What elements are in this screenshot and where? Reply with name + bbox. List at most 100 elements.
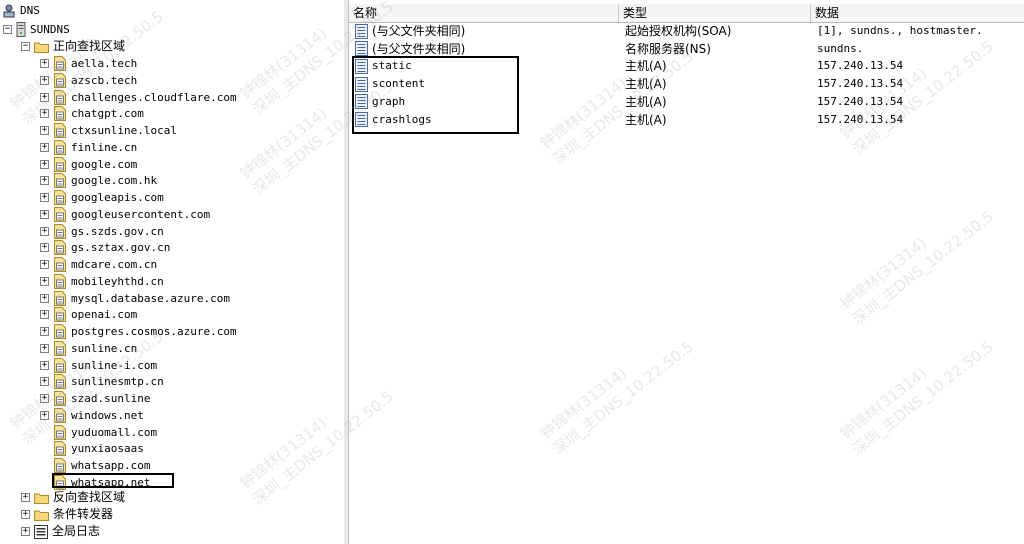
tree-zone-item[interactable]: + challenges.cloudflare.com (40, 89, 237, 106)
expand-toggle[interactable]: + (40, 193, 49, 202)
expand-toggle[interactable]: + (21, 527, 30, 536)
expand-toggle[interactable]: + (40, 343, 49, 353)
tree-zone-item[interactable]: + azscb.tech (40, 72, 137, 89)
expand-toggle[interactable]: + (40, 176, 49, 186)
zone-icon (53, 458, 67, 473)
tree-zone-item[interactable]: + chatgpt.com (40, 105, 144, 122)
tree-root-dns[interactable]: DNS (2, 2, 40, 19)
tree-zone-item[interactable]: + gs.szds.gov.cn (40, 223, 164, 240)
expand-toggle[interactable]: + (40, 159, 49, 169)
zone-icon (53, 441, 67, 457)
tree-zone-item[interactable]: + sunline.cn (40, 340, 137, 357)
tree-zone-label: sunline.cn (71, 341, 138, 355)
zone-icon (53, 391, 67, 406)
tree-zone-item[interactable]: + google.com (40, 156, 137, 173)
tree-zone-item[interactable]: + googleapis.com (40, 189, 164, 206)
record-name: (与父文件夹相同) (372, 24, 466, 38)
expand-toggle[interactable]: + (40, 260, 49, 269)
tree-zone-item[interactable]: + ctxsunline.local (40, 122, 177, 139)
tree-zone-item[interactable]: + openai.com (40, 306, 137, 323)
expand-toggle[interactable]: + (40, 310, 49, 320)
expand-toggle[interactable]: + (40, 92, 49, 102)
tree-forward-zones[interactable]: − 正向查找区域 (21, 38, 125, 55)
tree-zone-label: mdcare.com.cn (71, 258, 158, 271)
toggle-spacer (40, 444, 49, 453)
expand-toggle[interactable]: + (40, 327, 49, 336)
zone-icon (53, 72, 67, 88)
tree-zone-item[interactable]: yunxiaosaas (40, 440, 144, 457)
tree-zone-item[interactable]: + gs.sztax.gov.cn (40, 239, 170, 256)
tree-zone-label: challenges.cloudflare.com (71, 90, 237, 104)
expand-toggle[interactable]: + (40, 75, 49, 85)
tree-zone-label: sunlinesmtp.cn (71, 375, 164, 389)
tree-zone-label: finline.cn (71, 140, 138, 154)
tree-zone-item[interactable]: + szad.sunline (40, 390, 150, 407)
tree-zone-item[interactable]: whatsapp.com (40, 457, 150, 474)
tree-zone-label: yuduomall.com (71, 425, 158, 439)
tree-zone-label: openai.com (71, 308, 138, 322)
expand-toggle[interactable]: + (40, 142, 49, 152)
expand-toggle[interactable]: + (40, 410, 49, 420)
tree-conditional-forwarders[interactable]: + 条件转发器 (21, 506, 113, 523)
expand-toggle[interactable]: + (40, 360, 49, 370)
column-header-name[interactable]: 名称 (349, 4, 619, 22)
record-row[interactable]: (与父文件夹相同) 起始授权机构(SOA) [1], sundns., hostma… (349, 22, 1024, 40)
zone-icon (53, 257, 67, 272)
zone-icon (53, 106, 67, 122)
tree-root-label: DNS (20, 4, 40, 17)
tree-zone-item[interactable]: + mobileyhthd.cn (40, 273, 164, 290)
tree-zone-item[interactable]: + aella.tech (40, 55, 137, 72)
expand-toggle[interactable]: + (40, 276, 49, 286)
record-data: 157.240.13.54 (817, 112, 904, 126)
expand-toggle[interactable]: + (21, 510, 30, 519)
tree-zone-item[interactable]: + sunlinesmtp.cn (40, 373, 164, 390)
record-data: 157.240.13.54 (817, 77, 904, 91)
tree-reverse-zones[interactable]: + 反向查找区域 (21, 489, 125, 506)
zone-icon (53, 357, 67, 373)
tree-zone-label: yunxiaosaas (71, 442, 144, 456)
tree-zone-label: gs.szds.gov.cn (71, 224, 164, 238)
expand-toggle[interactable]: + (40, 377, 49, 387)
expand-toggle[interactable]: + (40, 209, 49, 219)
zone-icon (53, 307, 67, 323)
tree-zone-item[interactable]: yuduomall.com (40, 424, 157, 441)
tree-zone-item[interactable]: + windows.net (40, 407, 144, 424)
tree-zone-item[interactable]: + mdcare.com.cn (40, 256, 157, 273)
zone-icon (53, 407, 67, 423)
console-tree[interactable]: DNS − SUNDNS − 正向查找区域 + aella.tech + azscb.… (0, 0, 345, 544)
expand-toggle[interactable]: + (40, 226, 49, 236)
tree-zone-label: mobileyhthd.cn (71, 274, 164, 288)
expand-toggle[interactable]: + (40, 243, 49, 253)
record-type: 起始授权机构(SOA) (625, 24, 732, 38)
expand-toggle[interactable]: + (40, 59, 49, 68)
record-name-cell: (与父文件夹相同) (355, 22, 465, 40)
record-row[interactable]: (与父文件夹相同) 名称服务器(NS) sundns. (349, 40, 1024, 58)
tree-zone-item[interactable]: + googleusercontent.com (40, 206, 210, 223)
column-header-data[interactable]: 数据 (811, 4, 1024, 22)
tree-global-logs[interactable]: + 全局日志 (21, 523, 100, 540)
toggle-spacer (40, 461, 49, 470)
record-data: [1], sundns., hostmaster. (817, 24, 983, 37)
tree-zone-item[interactable]: + google.com.hk (40, 172, 157, 189)
folder-icon (34, 509, 49, 521)
expand-toggle[interactable]: + (40, 109, 49, 119)
column-header-type[interactable]: 类型 (619, 4, 811, 22)
zone-icon (53, 139, 67, 155)
tree-server-sundns[interactable]: − SUNDNS (3, 21, 70, 38)
tree-zone-item[interactable]: + mysql.database.azure.com (40, 290, 230, 307)
tree-zone-item[interactable]: + finline.cn (40, 139, 137, 156)
tree-zone-item[interactable]: + sunline-i.com (40, 357, 157, 374)
collapse-toggle[interactable]: − (3, 25, 12, 34)
expand-toggle[interactable]: + (21, 493, 30, 502)
selection-highlight (52, 473, 174, 488)
tree-zone-label: googleapis.com (71, 191, 164, 204)
tree-zone-label: whatsapp.com (71, 459, 151, 472)
record-icon (355, 41, 368, 57)
tree-zone-item[interactable]: + postgres.cosmos.azure.com (40, 323, 237, 340)
record-type: 主机(A) (625, 77, 667, 92)
expand-toggle[interactable]: + (40, 126, 49, 135)
expand-toggle[interactable]: + (40, 394, 49, 403)
zone-icon (53, 206, 67, 222)
expand-toggle[interactable]: + (40, 293, 49, 303)
collapse-toggle[interactable]: − (21, 42, 30, 51)
